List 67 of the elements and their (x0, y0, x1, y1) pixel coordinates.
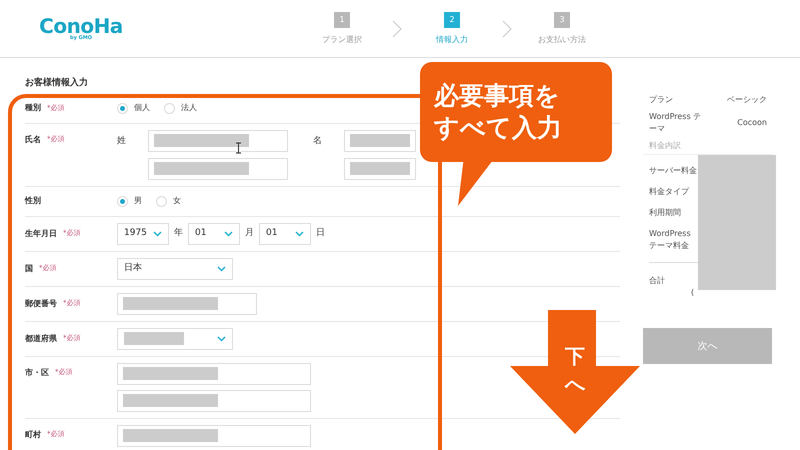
step-number: 2 (444, 12, 460, 28)
select-field[interactable]: 1975 (117, 222, 169, 244)
field-label: 姓 (117, 134, 127, 148)
summary-note: ( (691, 287, 696, 299)
summary-value: Cocoon (737, 117, 767, 129)
row-label: 町村 (25, 428, 41, 440)
row-label: 国 (25, 262, 33, 274)
row-label: 氏名 (25, 134, 41, 146)
text-field[interactable] (117, 292, 257, 314)
row-label: 性別 (25, 195, 41, 207)
text-field[interactable] (117, 390, 311, 412)
select-field[interactable]: 01 (188, 222, 240, 244)
callout-bubble: 必要事項を すべて入力 (420, 62, 612, 162)
text-field[interactable] (117, 362, 311, 384)
radio-button[interactable] (156, 196, 167, 206)
redacted-block (350, 134, 410, 147)
text-field[interactable] (344, 130, 416, 152)
chevron-down-icon (217, 336, 226, 342)
section-label: 料金内訳 (648, 140, 682, 152)
summary-label: 合計 (649, 275, 666, 287)
text-cursor-icon (235, 142, 242, 154)
arrow-text: 下へ (565, 343, 585, 398)
chevron-right-icon (502, 20, 512, 38)
logo-wordmark: ConoHa (39, 16, 123, 36)
summary-label: WordPress テーマ (649, 111, 702, 135)
row-label: 郵便番号 (25, 298, 57, 310)
text-field[interactable] (148, 158, 288, 180)
unit-label: 日 (316, 226, 325, 240)
select-field[interactable]: 日本 (117, 258, 233, 280)
row-label: 市・区 (25, 366, 49, 378)
summary-label: プラン (649, 94, 674, 106)
step-number: 1 (334, 12, 350, 28)
unit-label: 年 (174, 226, 183, 240)
radio-option[interactable]: 個人 (117, 102, 150, 114)
chevron-down-icon (217, 266, 226, 272)
radio-option[interactable]: 男 (117, 195, 142, 207)
form-title: お客様情報入力 (25, 77, 89, 90)
redacted-block (124, 332, 184, 345)
text-field[interactable] (117, 424, 311, 446)
row-label: 生年月日 (25, 228, 57, 240)
select-field[interactable]: 01 (259, 222, 311, 244)
radio-option[interactable]: 女 (156, 195, 181, 207)
step-number: 3 (554, 12, 570, 28)
chevron-down-icon (295, 230, 304, 236)
step-label: お支払い方法 (538, 34, 586, 46)
radio-button[interactable] (164, 102, 175, 114)
step-label: 情報入力 (436, 34, 468, 46)
radio-option[interactable]: 法人 (164, 102, 197, 114)
redacted-block (350, 162, 410, 175)
text-field[interactable] (344, 158, 416, 180)
summary-label: 利用期間 (649, 207, 682, 219)
row-label: 都道府県 (25, 332, 57, 344)
select-field[interactable] (117, 328, 233, 350)
radio-button[interactable] (117, 102, 128, 114)
radio-button[interactable] (117, 196, 128, 206)
field-label: 名 (313, 134, 323, 148)
row-label: 種別 (25, 102, 41, 114)
summary-label: サーバー料金 (649, 165, 698, 177)
text-field[interactable] (148, 130, 288, 152)
unit-label: 月 (245, 226, 254, 240)
chevron-down-icon (224, 230, 233, 236)
chevron-down-icon (153, 230, 162, 236)
chevron-right-icon (392, 20, 402, 38)
summary-label: 料金タイプ (649, 186, 690, 198)
summary-label: WordPress テーマ料金 (649, 228, 692, 252)
summary-value: ベーシック (727, 94, 767, 106)
step-label: プラン選択 (322, 34, 362, 46)
